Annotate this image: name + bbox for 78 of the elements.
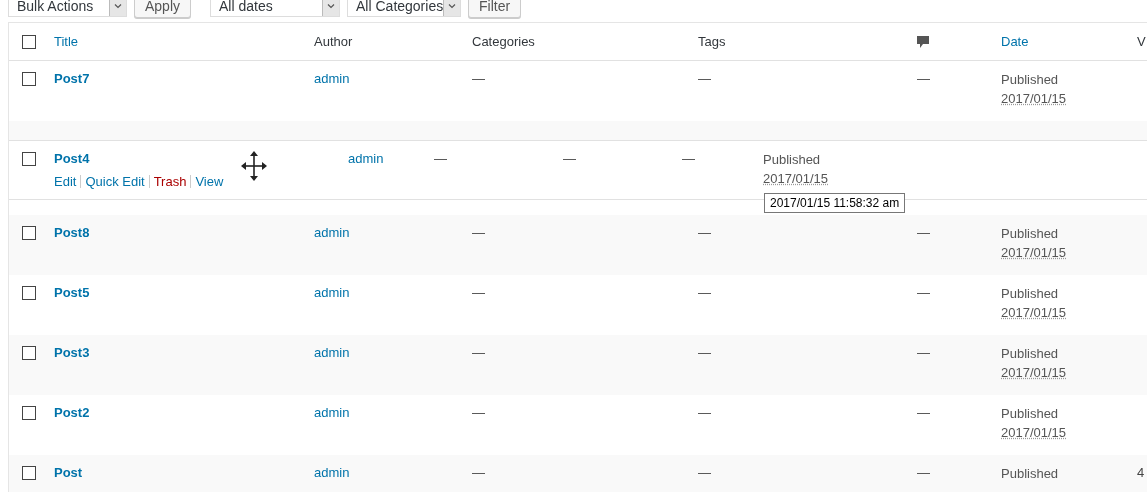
checkbox[interactable] [22,152,36,166]
post-title-link[interactable]: Post7 [54,71,90,86]
categories-cell: — [472,345,485,360]
filter-button[interactable]: Filter [468,0,522,18]
categories-cell: — [434,151,447,166]
comments-cell: — [917,285,930,300]
column-header: Author [314,34,353,49]
row-action-link[interactable]: Edit [54,174,77,189]
date-filter-select[interactable]: All dates [210,0,341,17]
author-link[interactable]: admin [314,225,350,240]
column-header-link[interactable]: Title [54,34,79,49]
author-link[interactable]: admin [314,345,350,360]
post-status: Published [1001,345,1060,363]
move-cursor-icon [241,151,267,181]
caret-icon [114,3,122,9]
post-title-link[interactable]: Post [54,465,83,480]
categories-cell: — [472,225,485,240]
checkbox[interactable] [22,226,36,240]
post-date: 2017/01/15 [1001,244,1067,262]
post-status: Published [1001,225,1060,243]
checkbox[interactable] [22,286,36,300]
checkbox[interactable] [22,34,36,49]
comments-cell: — [682,151,695,166]
author-link[interactable]: admin [314,465,350,480]
post-date: 2017/01/15 [1001,424,1067,442]
post-date: 2017/01/15 [1001,364,1067,382]
table-cell: 4 [1137,465,1145,480]
post-title-link[interactable]: Post2 [54,405,90,420]
column-header: Categories [472,34,535,49]
tags-cell: — [698,405,711,420]
checkbox[interactable] [22,72,36,86]
author-link[interactable]: admin [314,405,350,420]
comments-cell: — [917,345,930,360]
categories-cell: — [472,405,485,420]
comments-cell: — [917,405,930,420]
tags-cell: — [698,225,711,240]
comments-cell: — [917,71,930,86]
trash-link[interactable]: Trash [153,174,187,189]
checkbox[interactable] [22,346,36,360]
post-status: Published [1001,405,1060,423]
column-header-link[interactable]: Date [1001,34,1029,49]
bulk-actions-select[interactable]: Bulk Actions [8,0,127,17]
tags-cell: — [698,285,711,300]
category-filter-select[interactable]: All Categories [347,0,462,17]
author-link[interactable]: admin [348,151,384,166]
post-title-link[interactable]: Post5 [54,285,90,300]
post-title-link[interactable]: Post4 [54,151,90,166]
apply-button[interactable]: Apply [134,0,192,18]
post-date: 2017/01/15 [1001,304,1067,322]
categories-cell: — [472,285,485,300]
checkbox[interactable] [22,406,36,420]
post-date: 2017/01/15 [763,170,829,188]
tags-cell: — [698,465,711,480]
comments-cell: — [917,465,930,480]
tags-cell: — [563,151,576,166]
row-action-link[interactable]: Quick Edit [85,174,145,189]
author-link[interactable]: admin [314,285,350,300]
post-status: Published [1001,71,1060,89]
column-header: Tags [698,34,726,49]
categories-cell: — [472,465,485,480]
checkbox[interactable] [22,466,36,480]
caret-icon [448,3,457,9]
post-title-link[interactable]: Post8 [54,225,90,240]
post-title-link[interactable]: Post3 [54,345,90,360]
post-date: 2017/01/15 [1001,90,1067,108]
post-status: Published [763,151,822,169]
row-action-link[interactable]: View [195,174,224,189]
categories-cell: — [472,71,485,86]
comment-bubble-icon [917,36,929,49]
tags-cell: — [698,71,711,86]
post-status: Published [1001,465,1060,483]
tags-cell: — [698,345,711,360]
date-tooltip: 2017/01/15 11:58:32 am [764,193,906,213]
column-header: V [1137,34,1146,49]
caret-icon [327,3,336,9]
comments-cell: — [917,225,930,240]
author-link[interactable]: admin [314,71,350,86]
post-status: Published [1001,285,1060,303]
